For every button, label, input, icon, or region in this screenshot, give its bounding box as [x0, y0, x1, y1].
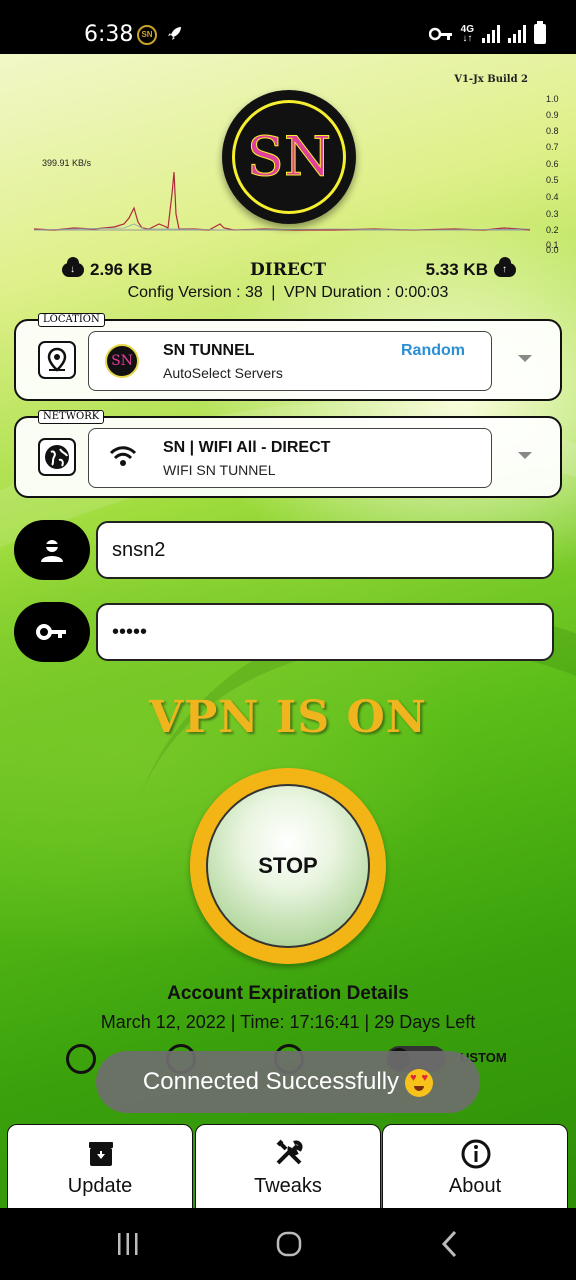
sn-app-icon: SN: [137, 25, 157, 45]
rocket-icon: [166, 24, 184, 47]
network-select[interactable]: SN | WIFI All - DIRECT WIFI SN TUNNEL: [88, 428, 492, 488]
signal-icon: [482, 25, 500, 43]
vpn-key-icon: [428, 27, 452, 41]
username-row: snsn2: [14, 520, 562, 580]
network-panel[interactable]: NETWORK SN | WIFI All - DIRECT WIFI SN T…: [14, 410, 562, 498]
sn-logo: SN: [222, 90, 356, 224]
password-input[interactable]: •••••: [96, 603, 554, 661]
status-bar: 6:38 SN 4G ↓↑: [0, 0, 576, 54]
location-panel[interactable]: LOCATION SN SN TUNNEL AutoSelect Servers…: [14, 313, 562, 401]
network-tag: NETWORK: [38, 410, 105, 424]
tools-icon: [276, 1139, 303, 1165]
chevron-down-icon[interactable]: [518, 355, 532, 362]
config-line: Config Version : 38 | VPN Duration : 0:0…: [127, 284, 449, 301]
wifi-icon: [109, 446, 137, 466]
system-nav-bar: [0, 1208, 576, 1280]
password-row: •••••: [14, 602, 562, 662]
archive-icon: [89, 1142, 113, 1166]
server-select[interactable]: SN SN TUNNEL AutoSelect Servers Random: [88, 331, 492, 391]
battery-icon: [534, 21, 546, 44]
app-screen: V1-Jx Build 2 399.91 KB/s 1.0 0.9 0.8 0.…: [0, 54, 576, 1208]
info-icon: [461, 1139, 491, 1169]
bottom-tabs: Update Tweaks About: [0, 1124, 576, 1208]
user-icon: [14, 520, 90, 580]
status-time: 6:38: [84, 22, 134, 47]
home-icon[interactable]: [275, 1230, 303, 1258]
globe-icon: [38, 438, 76, 476]
config-version: Config Version : 38: [127, 284, 263, 301]
location-tag: LOCATION: [38, 313, 105, 327]
random-label[interactable]: Random: [401, 342, 465, 360]
key-icon: [14, 602, 90, 662]
tab-update-label: Update: [67, 1175, 133, 1197]
heart-eyes-emoji-icon: [405, 1068, 434, 1097]
tab-about-label: About: [448, 1175, 502, 1197]
tab-tweaks-label: Tweaks: [254, 1175, 322, 1197]
username-input[interactable]: snsn2: [96, 521, 554, 579]
stop-button[interactable]: STOP: [206, 784, 370, 948]
tab-update[interactable]: Update: [7, 1124, 193, 1208]
cloud-upload-icon: ↑: [494, 257, 516, 277]
network-sub: WIFI SN TUNNEL: [163, 462, 276, 478]
stop-button-ring: STOP: [190, 768, 386, 964]
server-name: SN TUNNEL: [163, 342, 255, 359]
network-name: SN | WIFI All - DIRECT: [163, 439, 331, 456]
location-pin-icon: [38, 341, 76, 379]
tab-tweaks[interactable]: Tweaks: [195, 1124, 381, 1208]
vpn-duration: VPN Duration : 0:00:03: [283, 284, 449, 301]
network-type-label: 4G ↓↑: [460, 24, 474, 44]
sn-server-icon: SN: [105, 344, 139, 378]
recent-apps-icon[interactable]: [116, 1232, 140, 1256]
radio-option[interactable]: [66, 1044, 96, 1074]
back-icon[interactable]: [438, 1230, 460, 1258]
chevron-down-icon[interactable]: [518, 452, 532, 459]
server-sub: AutoSelect Servers: [163, 365, 283, 381]
account-expiration-title: Account Expiration Details: [167, 983, 409, 1004]
upload-stat: 5.33 KB ↑: [426, 257, 516, 280]
connected-toast: Connected Successfully: [96, 1051, 480, 1113]
account-expiration-details: March 12, 2022 | Time: 17:16:41 | 29 Day…: [100, 1012, 476, 1032]
vpn-status-text: VPN IS ON: [149, 692, 427, 743]
tab-about[interactable]: About: [382, 1124, 568, 1208]
signal-icon: [508, 25, 526, 43]
traffic-stats: ↓ 2.96 KB DIRECT 5.33 KB ↑: [0, 257, 576, 286]
sn-logo-text: SN: [246, 125, 332, 188]
